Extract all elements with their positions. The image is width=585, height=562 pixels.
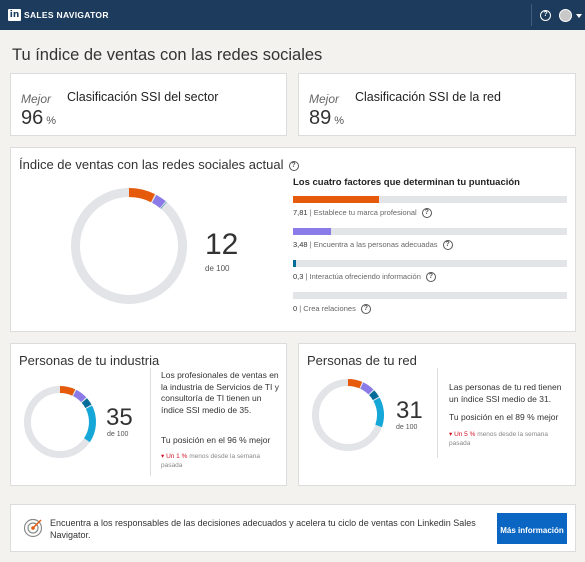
factor-bar-fill (293, 196, 379, 203)
network-title: Personas de tu red (307, 353, 417, 368)
factor-row: 0,3 | Interactúa ofreciendo información? (293, 260, 567, 283)
help-icon[interactable]: ? (360, 304, 371, 315)
factor-name: | Establece tu marca profesional (307, 208, 417, 217)
donut-segment (152, 194, 166, 209)
current-ssi-title: Índice de ventas con las redes sociales … (19, 157, 284, 172)
industry-title: Personas de tu industria (19, 353, 160, 368)
factor-name: | Encuentra a las personas adecuadas (307, 240, 438, 249)
target-icon (23, 518, 43, 538)
app-name: SALES NAVIGATOR (24, 10, 109, 20)
factor-label: 0 | Crea relaciones? (293, 304, 567, 315)
network-score: 31 (396, 397, 423, 424)
help-icon[interactable]: ? (425, 272, 436, 283)
page-title: Tu índice de ventas con las redes social… (12, 46, 323, 64)
donut-segment (59, 385, 76, 396)
donut-track (312, 379, 384, 451)
network-description: Las personas de tu red tienen un índice … (449, 382, 562, 404)
donut-segment (81, 398, 92, 409)
factor-label: 3,48 | Encuentra a las personas adecuada… (293, 240, 567, 251)
industry-description: Los profesionales de ventas en la indust… (161, 370, 279, 415)
factor-row: 7,81 | Establece tu marca profesional? (293, 196, 567, 219)
factor-bar-track (293, 260, 567, 267)
network-delta-marker: ▾ Un 5 % (449, 431, 476, 438)
help-icon[interactable]: ? (442, 240, 453, 251)
network-rank-value: 89% (309, 107, 344, 130)
topbar-divider (531, 4, 532, 26)
donut-segment (83, 405, 96, 443)
network-rank-prefix: Mejor (309, 92, 340, 106)
current-ssi-title-row: Índice de ventas con las redes sociales … (19, 157, 299, 172)
factor-label: 7,81 | Establece tu marca profesional? (293, 208, 567, 219)
sector-rank-title: Clasificación SSI del sector (67, 90, 219, 104)
factor-bar-fill (293, 260, 297, 267)
factors-title: Los cuatro factores que determinan tu pu… (293, 177, 520, 188)
factor-name: | Interactúa ofreciendo información (303, 272, 421, 281)
factor-bar-track (293, 196, 567, 203)
divider (150, 368, 151, 476)
more-info-button[interactable]: Más información (497, 513, 567, 544)
donut-segment (73, 389, 87, 403)
sector-rank-card: Mejor Clasificación SSI del sector 96% (10, 73, 287, 136)
current-ssi-suffix: de 100 (205, 264, 230, 273)
factor-bar-fill (293, 228, 332, 235)
donut-segment (369, 390, 379, 401)
network-rank-title: Clasificación SSI de la red (355, 90, 501, 104)
current-ssi-score: 12 (205, 228, 239, 261)
chevron-down-icon[interactable] (576, 14, 582, 18)
industry-position: Tu posición en el 96 % mejor (161, 435, 271, 445)
industry-score-suffix: de 100 (107, 431, 129, 438)
network-score-suffix: de 100 (396, 424, 418, 431)
industry-delta-marker: ▾ Un 1 % (161, 453, 188, 460)
factor-value: 0,3 (293, 272, 304, 281)
factor-bar-track (293, 228, 567, 235)
ssi-donut-chart (71, 188, 187, 304)
sector-rank-unit: % (46, 115, 57, 127)
donut-segment (128, 188, 155, 203)
network-position: Tu posición en el 89 % mejor (449, 412, 559, 422)
help-icon[interactable]: ? (540, 10, 551, 21)
factor-value: 3,48 (293, 240, 308, 249)
donut-segment (360, 382, 374, 395)
top-navigation-bar: in SALES NAVIGATOR ? (0, 0, 585, 30)
factor-row: 0 | Crea relaciones? (293, 292, 567, 315)
factor-bar-track (293, 292, 567, 299)
factor-value: 7,81 (293, 208, 308, 217)
avatar[interactable] (559, 9, 572, 22)
industry-donut-chart (24, 385, 96, 458)
factor-row: 3,48 | Encuentra a las personas adecuada… (293, 228, 567, 251)
network-rank-unit: % (334, 115, 345, 127)
sector-rank-value: 96% (21, 107, 56, 130)
factor-name: | Crea relaciones (297, 304, 356, 313)
help-icon[interactable]: ? (288, 160, 299, 171)
linkedin-logo-icon: in (8, 9, 21, 21)
network-rank-number: 89 (309, 107, 332, 129)
donut-track (71, 188, 187, 304)
sales-navigator-logo[interactable]: in SALES NAVIGATOR (8, 9, 109, 21)
donut-segment (373, 397, 384, 428)
network-donut-chart (312, 379, 384, 451)
industry-delta: ▾ Un 1 % menos desde la semana pasada (161, 452, 279, 470)
help-icon[interactable]: ? (421, 208, 432, 219)
divider (437, 368, 438, 458)
sector-rank-prefix: Mejor (21, 92, 52, 106)
industry-score: 35 (106, 404, 133, 431)
network-rank-card: Mejor Clasificación SSI de la red 89% (298, 73, 576, 136)
cta-text: Encuentra a los responsables de las deci… (50, 518, 476, 540)
donut-segment (347, 379, 363, 389)
sector-rank-number: 96 (21, 107, 44, 129)
factor-label: 0,3 | Interactúa ofreciendo información? (293, 272, 567, 283)
network-delta: ▾ Un 5 % menos desde la semana pasada (449, 430, 567, 448)
